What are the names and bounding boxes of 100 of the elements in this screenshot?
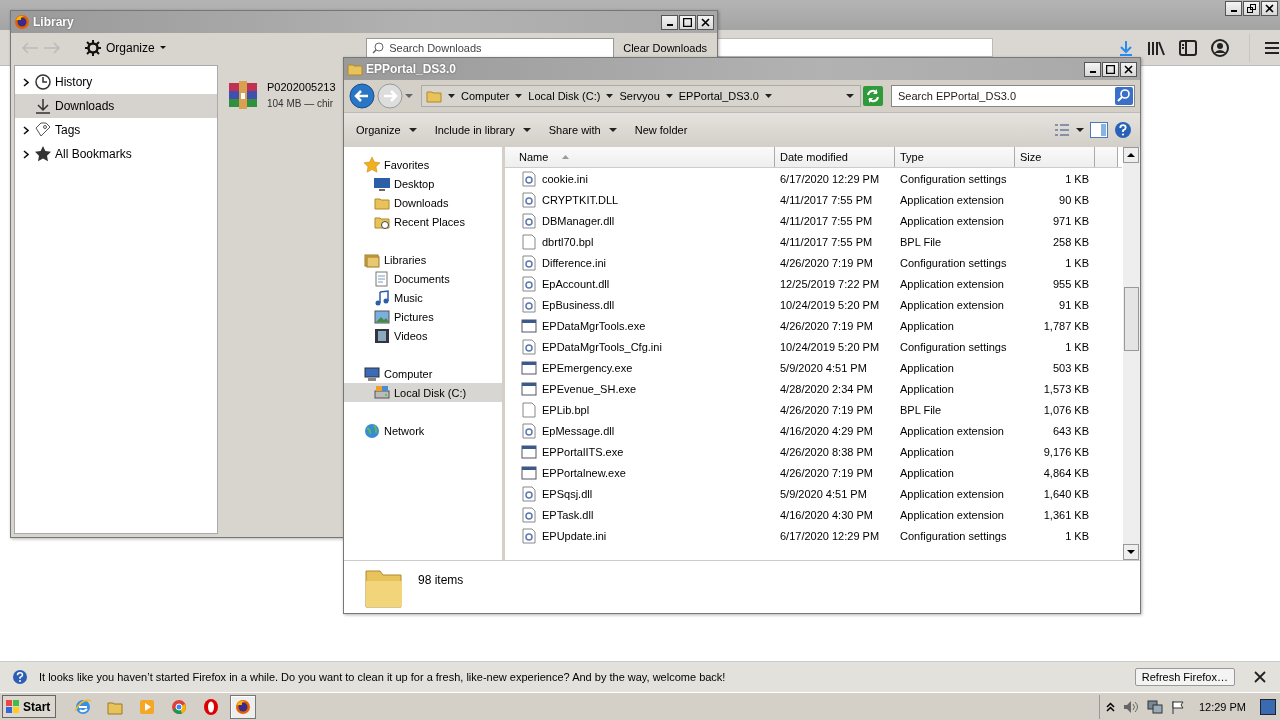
minimize-button[interactable] [661, 14, 678, 30]
sidebar-item[interactable]: History [15, 70, 217, 94]
file-row[interactable]: cookie.ini 6/17/2020 12:29 PM Configuration settings 1 KB [505, 168, 1122, 189]
caret-icon [665, 94, 673, 98]
file-row[interactable]: CRYPTKIT.DLL 4/11/2017 7:55 PM Application extension 90 KB [505, 189, 1122, 210]
file-name: EPSqsj.dll [542, 487, 593, 500]
file-row[interactable]: EPPortalnew.exe 4/26/2020 7:19 PM Application 4,864 KB [505, 462, 1122, 483]
file-row[interactable]: EpBusiness.dll 10/24/2019 5:20 PM Application extension 91 KB [505, 294, 1122, 315]
scrollbar[interactable] [1123, 147, 1140, 560]
file-row[interactable]: dbrtl70.bpl 4/11/2017 7:55 PM BPL File 258 KB [505, 231, 1122, 252]
taskbar-button[interactable] [230, 694, 257, 719]
flag-icon[interactable] [1170, 699, 1185, 714]
breadcrumb-item[interactable]: Computer [461, 90, 510, 102]
file-name: Difference.ini [542, 256, 606, 269]
file-row[interactable]: EpMessage.dll 4/16/2020 4:29 PM Application extension 643 KB [505, 420, 1122, 441]
close-button[interactable] [1120, 61, 1137, 77]
sidebar-item[interactable]: Downloads [15, 94, 217, 118]
file-row[interactable]: EPSqsj.dll 5/9/2020 4:51 PM Application extension 1,640 KB [505, 483, 1122, 504]
firefox-icon [234, 697, 253, 716]
command-button[interactable]: Include in library [428, 121, 537, 139]
file-row[interactable]: EPPortalITS.exe 4/26/2020 8:38 PM Application 9,176 KB [505, 441, 1122, 462]
sidebar-item[interactable]: All Bookmarks [15, 142, 217, 166]
navigation-item[interactable]: Documents [344, 269, 502, 288]
file-row[interactable]: EPDataMgrTools_Cfg.ini 10/24/2019 5:20 PM Configuration settings 1 KB [505, 336, 1122, 357]
date-cell-text: 5/9/2020 4:51 PM [779, 487, 868, 500]
clock-time[interactable]: 12:29 PM [1198, 700, 1246, 713]
minimize-button[interactable] [1084, 61, 1101, 77]
close-button[interactable] [697, 14, 714, 30]
navigation-item[interactable]: Computer [344, 364, 502, 383]
search-field[interactable]: Search EPPortal_DS3.0 [891, 85, 1135, 107]
navigation-item[interactable]: Music [344, 288, 502, 307]
file-row[interactable]: EPLib.bpl 4/26/2020 7:19 PM BPL File 1,076 KB [505, 399, 1122, 420]
organize-button[interactable]: Organize [79, 39, 172, 57]
preview-pane-icon[interactable] [1090, 122, 1108, 138]
show-desktop-button[interactable] [1260, 698, 1276, 715]
navigation-item[interactable]: Videos [344, 326, 502, 345]
command-button[interactable]: New folder [628, 121, 694, 139]
help-icon[interactable] [1114, 121, 1132, 139]
download-name[interactable]: P0202005213 [267, 81, 336, 93]
column-header[interactable]: Name [505, 147, 775, 167]
star-icon [35, 146, 51, 162]
breadcrumb-item[interactable]: Local Disk (C:) [528, 90, 601, 102]
library-icon[interactable] [1147, 39, 1165, 56]
sidebar-item[interactable]: Tags [15, 118, 217, 142]
file-row[interactable]: DBManager.dll 4/11/2017 7:55 PM Application extension 971 KB [505, 210, 1122, 231]
close-button[interactable] [1261, 1, 1278, 16]
date-cell-text: 4/16/2020 4:30 PM [779, 508, 874, 521]
column-header[interactable]: Date modified [775, 147, 895, 167]
file-row[interactable]: EPDataMgrTools.exe 4/26/2020 7:19 PM Application 1,787 KB [505, 315, 1122, 336]
command-button[interactable]: Share with [542, 121, 623, 139]
command-button[interactable]: Organize [350, 121, 423, 139]
address-field[interactable] [715, 38, 993, 57]
date-cell-text: 4/26/2020 7:19 PM [779, 403, 874, 416]
file-row[interactable]: EPTask.dll 4/16/2020 4:30 PM Application extension 1,361 KB [505, 504, 1122, 525]
type-cell-text: Application [899, 361, 955, 374]
maximize-button[interactable] [679, 14, 696, 30]
gear-icon [85, 40, 101, 56]
type-cell-text: Application [899, 319, 955, 332]
breadcrumb-item[interactable]: EPPortal_DS3.0 [678, 90, 759, 102]
navigation-item[interactable]: Network [344, 421, 502, 440]
start-button[interactable]: Start [2, 695, 57, 718]
navigation-item[interactable]: Downloads [344, 193, 502, 212]
navigation-item[interactable]: Favorites [344, 155, 502, 174]
clear-downloads-button[interactable]: Clear Downloads [618, 40, 712, 56]
network-icon[interactable] [1146, 699, 1163, 714]
film-icon [374, 327, 390, 344]
size-cell-text: 1 KB [1064, 340, 1090, 353]
minimize-button[interactable] [1225, 1, 1242, 16]
file-row[interactable]: EPUpdate.ini 6/17/2020 12:29 PM Configuration settings 1 KB [505, 525, 1122, 546]
breadcrumb-item[interactable]: Servyou [619, 90, 660, 102]
chrome-icon [170, 697, 189, 716]
navigation-item[interactable]: Local Disk (C:) [344, 383, 502, 402]
search-field[interactable]: Search Downloads [366, 38, 615, 58]
file-row[interactable]: EPEvenue_SH.exe 4/28/2020 2:34 PM Application 1,573 KB [505, 378, 1122, 399]
maximize-button[interactable] [1102, 61, 1119, 77]
navigation-item[interactable]: Pictures [344, 307, 502, 326]
date-cell-text: 10/24/2019 5:20 PM [779, 298, 881, 311]
scroll-thumb[interactable] [1124, 287, 1139, 351]
column-header[interactable]: Size [1015, 147, 1095, 167]
type-cell-text: BPL File [899, 235, 943, 248]
file-row[interactable]: EpAccount.dll 12/25/2019 7:22 PM Application extension 955 KB [505, 273, 1122, 294]
close-icon[interactable] [1254, 671, 1266, 683]
file-row[interactable]: EPEmergency.exe 5/9/2020 4:51 PM Application 503 KB [505, 357, 1122, 378]
speaker-icon[interactable] [1122, 699, 1139, 714]
caret-icon[interactable] [1076, 127, 1084, 133]
menu-icon[interactable] [1264, 40, 1280, 55]
type-cell-text: Application extension [899, 277, 1005, 290]
date-cell-text: 12/25/2019 7:22 PM [779, 277, 881, 290]
restore-button[interactable] [1243, 1, 1260, 16]
chevron-up-icon[interactable] [1105, 701, 1115, 712]
refresh-icon[interactable] [863, 86, 883, 106]
navigation-item[interactable]: Recent Places [344, 212, 502, 231]
navigation-item[interactable]: Desktop [344, 174, 502, 193]
sidebar-icon[interactable] [1179, 39, 1197, 56]
file-row[interactable]: Difference.ini 4/26/2020 7:19 PM Configuration settings 1 KB [505, 252, 1122, 273]
account-icon[interactable] [1211, 38, 1229, 57]
column-header[interactable]: Type [895, 147, 1015, 167]
navigation-item[interactable]: Libraries [344, 250, 502, 269]
refresh-button[interactable]: Refresh Firefox… [1134, 668, 1235, 686]
address-bar[interactable]: Computer Local Disk (C:) Servyou EPPortal_DS3.0 [421, 85, 861, 107]
